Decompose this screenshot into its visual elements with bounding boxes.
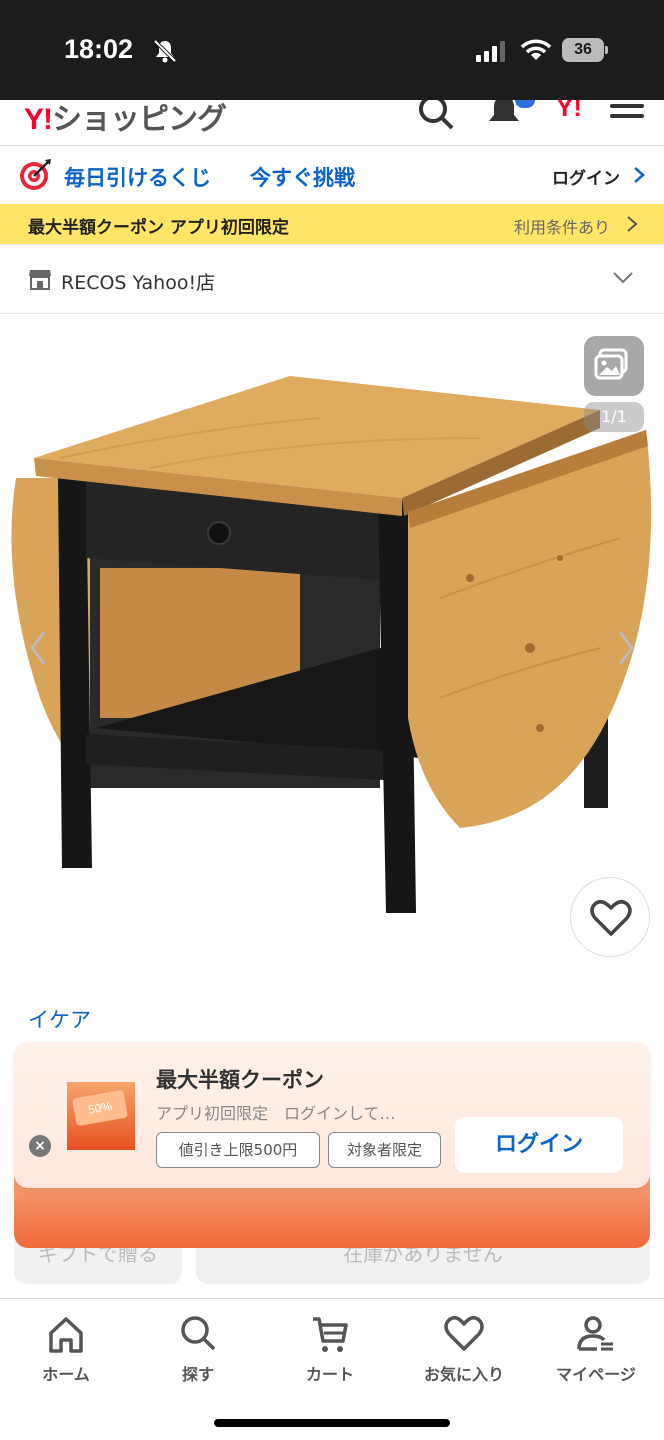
popup-title: 最大半額クーポン: [156, 1068, 324, 1092]
prev-image-arrow[interactable]: [28, 628, 48, 668]
login-link[interactable]: ログイン: [552, 164, 620, 189]
store-selector[interactable]: RECOS Yahoo!店: [0, 244, 664, 314]
next-image-arrow[interactable]: [616, 628, 636, 668]
search-icon: [181, 1316, 216, 1351]
image-gallery-button[interactable]: [584, 336, 644, 396]
nav-home[interactable]: ホーム: [6, 1313, 126, 1384]
coupon-strip-text: 最大半額クーポン アプリ初回限定: [28, 218, 289, 238]
lottery-banner[interactable]: 毎日引けるくじ 今すぐ挑戦 ログイン: [0, 146, 664, 204]
nav-mypage-label: マイページ: [556, 1365, 636, 1384]
coupon-ticket-icon: 50%: [71, 1089, 129, 1127]
bell-off-icon: [153, 39, 177, 63]
user-icon: [577, 1316, 613, 1351]
nav-home-label: ホーム: [42, 1365, 90, 1384]
status-bar: 18:02 36: [0, 0, 664, 100]
nav-mypage[interactable]: マイページ: [536, 1313, 656, 1384]
popup-subtitle: アプリ初回限定 ログインして…: [156, 1104, 396, 1123]
signal-icon: [476, 41, 505, 62]
bottom-nav: ホーム 探す カート お気に入り マイページ: [0, 1298, 664, 1440]
store-icon: [29, 270, 51, 290]
yahoo-logo-icon[interactable]: Y!: [556, 100, 582, 123]
product-image[interactable]: [0, 318, 664, 998]
heart-icon: [444, 1316, 484, 1351]
site-header: Y!ショッピング Y!: [0, 100, 664, 146]
nav-favorites[interactable]: お気に入り: [404, 1313, 524, 1384]
chevron-right-icon: [634, 167, 645, 183]
nav-cart-label: カート: [305, 1365, 354, 1384]
wifi-icon: [520, 39, 552, 60]
battery-level: 36: [562, 38, 604, 62]
coupon-tag-eligible: 対象者限定: [328, 1132, 441, 1168]
menu-icon[interactable]: [608, 100, 648, 134]
nav-cart[interactable]: カート: [270, 1313, 390, 1384]
target-icon: [20, 159, 51, 190]
image-stack-icon: [594, 348, 628, 380]
brand-link[interactable]: イケア: [28, 1004, 91, 1034]
chevron-right-icon: [627, 216, 638, 232]
nav-favorites-label: お気に入り: [423, 1365, 504, 1384]
coupon-strip[interactable]: 最大半額クーポン アプリ初回限定 利用条件あり: [0, 204, 664, 244]
search-icon[interactable]: [416, 100, 456, 134]
coupon-tag-discount-cap: 値引き上限500円: [156, 1132, 320, 1168]
favorite-button[interactable]: [570, 877, 650, 957]
nav-search-label: 探す: [181, 1365, 214, 1384]
cart-icon: [313, 1317, 348, 1352]
coupon-popup: × 50% 最大半額クーポン アプリ初回限定 ログインして… 値引き上限500円…: [14, 1042, 650, 1188]
coupon-thumbnail: 50%: [67, 1082, 135, 1150]
coffee-table-photo: [11, 376, 652, 913]
yahoo-shopping-logo[interactable]: Y!ショッピング: [24, 100, 227, 138]
popup-login-button[interactable]: ログイン: [455, 1117, 623, 1173]
nav-search[interactable]: 探す: [138, 1313, 258, 1384]
lottery-cta-link[interactable]: 今すぐ挑戦: [250, 162, 355, 192]
status-time: 18:02: [64, 34, 134, 64]
close-icon[interactable]: ×: [29, 1135, 51, 1157]
store-name: RECOS Yahoo!店: [61, 272, 216, 294]
heart-icon: [590, 900, 632, 936]
notification-badge: [515, 100, 535, 108]
home-indicator: [214, 1419, 450, 1427]
lottery-text: 毎日引けるくじ: [64, 166, 211, 190]
chevron-down-icon: [613, 272, 633, 284]
battery-icon: 36: [562, 38, 608, 62]
coupon-terms-link[interactable]: 利用条件あり: [514, 214, 610, 238]
image-counter: 1/1: [584, 402, 644, 432]
home-icon: [49, 1317, 83, 1353]
